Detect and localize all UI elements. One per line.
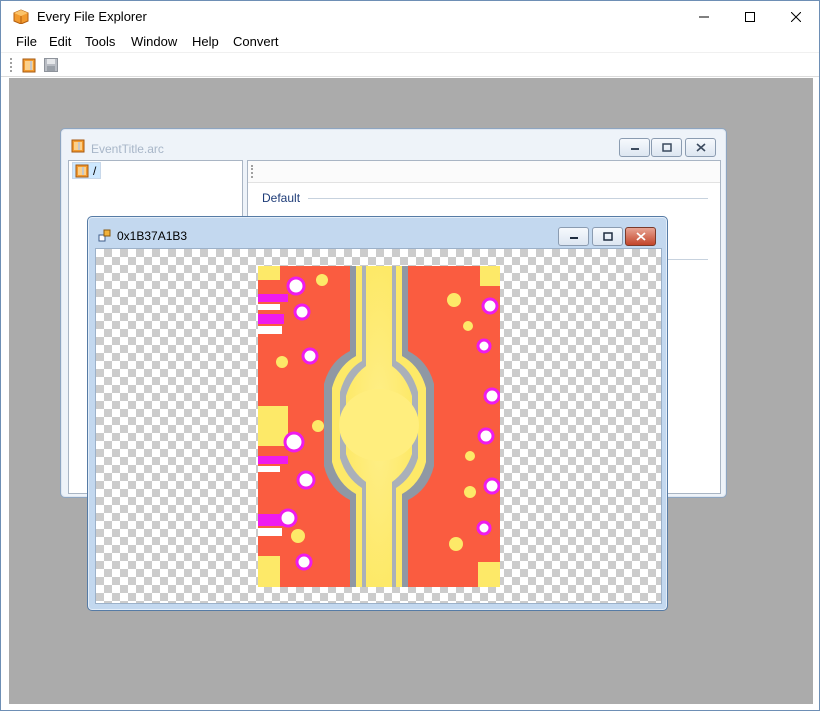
maximize-icon [745, 11, 755, 22]
menu-window[interactable]: Window [131, 34, 177, 49]
image-window-title: 0x1B37A1B3 [117, 229, 188, 243]
texture-preview [258, 266, 500, 587]
group-label-default: Default [262, 191, 301, 205]
image-restore-button[interactable] [592, 227, 623, 246]
toolbar [1, 52, 819, 77]
restore-icon [602, 232, 613, 241]
menu-file[interactable]: File [16, 34, 37, 49]
close-icon [791, 11, 801, 22]
image-minimize-button[interactable] [558, 227, 589, 246]
arc-restore-button[interactable] [651, 138, 682, 157]
minimize-icon [630, 147, 639, 150]
image-child-window[interactable]: 0x1B37A1B3 [87, 216, 668, 611]
menu-edit[interactable]: Edit [49, 34, 71, 49]
minimize-icon [569, 236, 578, 239]
save-icon[interactable] [43, 57, 59, 73]
maximize-button[interactable] [727, 1, 773, 32]
menu-help[interactable]: Help [192, 34, 219, 49]
close-icon [635, 232, 646, 241]
minimize-icon [699, 16, 709, 17]
window-title: Every File Explorer [37, 9, 147, 24]
texture-icon [98, 229, 111, 242]
close-button[interactable] [773, 1, 819, 32]
group-divider [308, 198, 708, 199]
toolbar-grip[interactable] [251, 165, 253, 178]
menu-convert[interactable]: Convert [233, 34, 279, 49]
arc-window-title: EventTitle.arc [91, 142, 164, 156]
archive-icon [75, 164, 89, 177]
arc-close-button[interactable] [685, 138, 716, 157]
minimize-button[interactable] [681, 1, 727, 32]
image-close-button[interactable] [625, 227, 656, 246]
archive-icon [71, 139, 85, 153]
menu-tools[interactable]: Tools [85, 34, 115, 49]
open-file-icon[interactable] [21, 57, 37, 73]
panel-toolbar [248, 161, 720, 183]
toolbar-grip[interactable] [10, 58, 12, 72]
image-canvas[interactable] [95, 248, 662, 604]
arc-minimize-button[interactable] [619, 138, 650, 157]
group-divider [668, 259, 708, 260]
title-bar[interactable]: Every File Explorer [1, 1, 819, 32]
tree-node-label: / [93, 163, 97, 178]
box-icon [13, 9, 29, 24]
restore-icon [661, 143, 672, 152]
close-icon [695, 143, 706, 152]
tree-node-root[interactable]: / [72, 162, 102, 179]
menu-bar: File Edit Tools Window Help Convert [1, 32, 819, 52]
